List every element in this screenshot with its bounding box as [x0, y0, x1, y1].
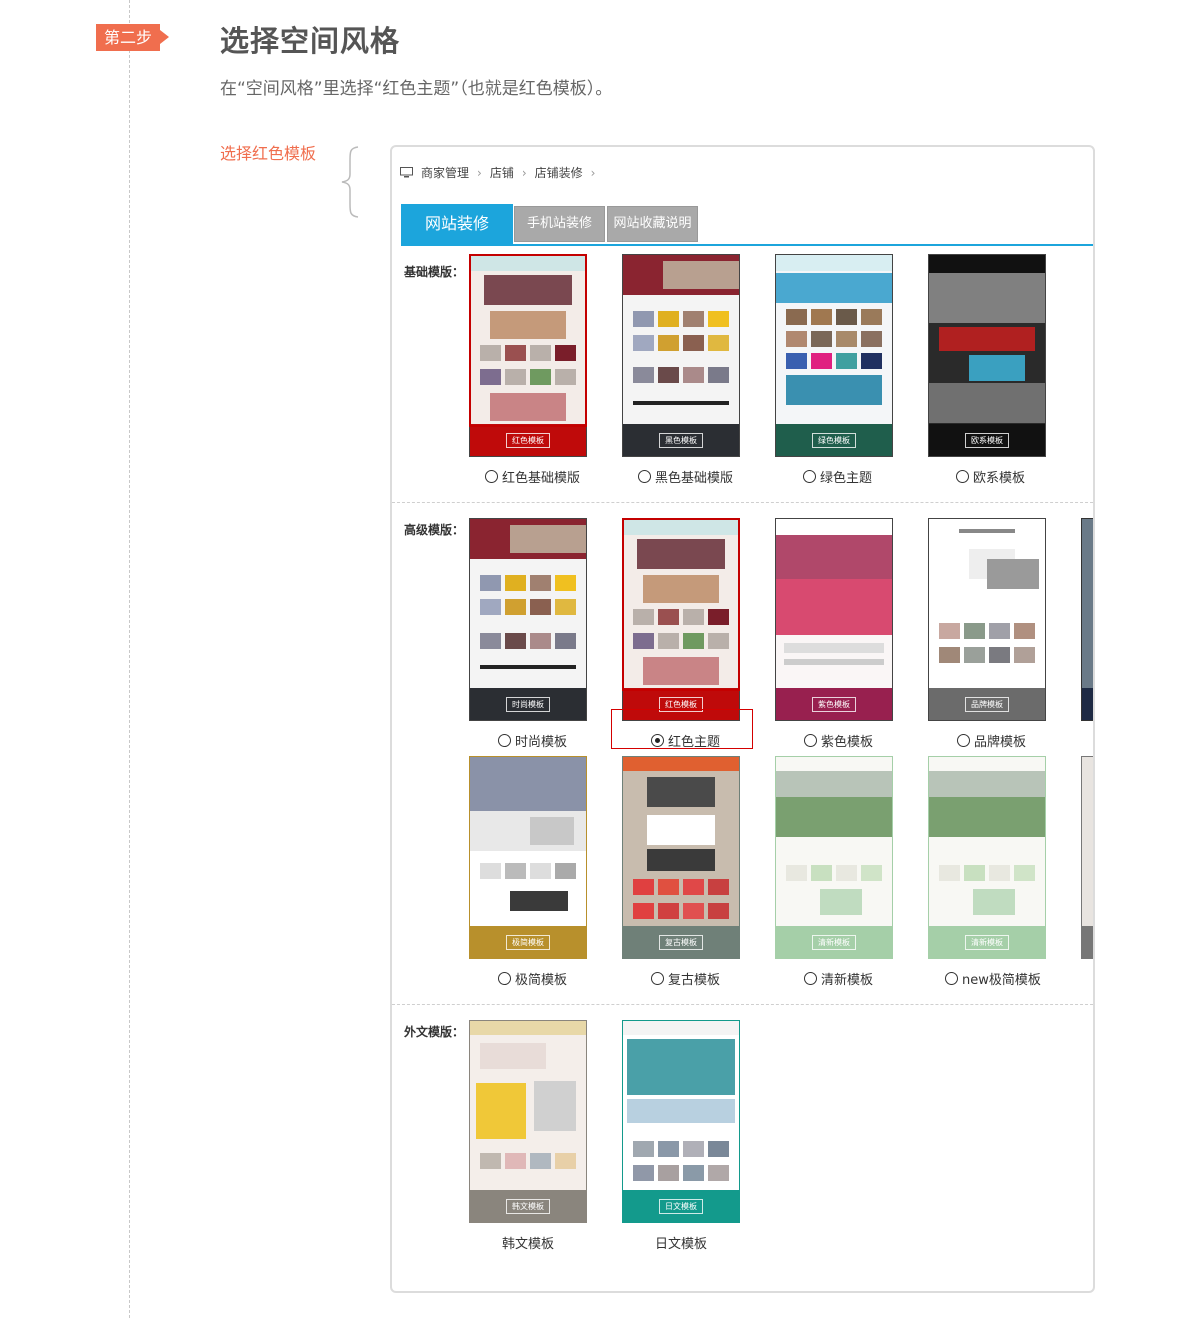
template-thumbnail-cutoff[interactable]	[1081, 518, 1093, 721]
breadcrumb-separator: ›	[590, 165, 596, 180]
template-thumbnail-brand[interactable]: 品牌模板	[928, 518, 1046, 721]
template-button: 红色模板	[506, 433, 550, 448]
template-caption: 紫色模板	[821, 735, 874, 750]
template-caption: new极简模板	[962, 973, 1041, 988]
template-option-green-theme[interactable]: 绿色主题	[803, 467, 872, 486]
template-caption-korean: 韩文模板	[501, 1237, 554, 1252]
template-option-black-basic[interactable]: 黑色基础模版	[638, 467, 733, 486]
section-divider	[392, 502, 1093, 503]
radio-button[interactable]	[804, 972, 817, 985]
step-title: 选择空间风格	[220, 24, 401, 58]
template-button: 黑色模板	[659, 433, 703, 448]
tab-mobile-decoration[interactable]: 手机站装修	[514, 206, 605, 242]
radio-button[interactable]	[638, 470, 651, 483]
template-thumbnail-green-theme[interactable]: 绿色模板	[775, 254, 893, 457]
radio-button[interactable]	[957, 734, 970, 747]
template-caption: 复古模板	[668, 973, 721, 988]
breadcrumb-separator: ›	[477, 165, 482, 180]
template-thumbnail-retro[interactable]: 复古模板	[622, 756, 740, 959]
template-caption: 红色基础模版	[502, 471, 581, 486]
section-label-basic: 基础模版：	[404, 265, 465, 279]
template-thumbnail-european[interactable]: 欧系模板	[928, 254, 1046, 457]
step-description: 在“空间风格”里选择“红色主题”（也就是红色模板）。	[220, 79, 613, 99]
template-caption: 时尚模板	[515, 735, 568, 750]
template-caption: 绿色主题	[820, 471, 873, 486]
radio-button[interactable]	[945, 972, 958, 985]
template-option-new-minimal[interactable]: new极简模板	[945, 969, 1041, 988]
template-caption: 清新模板	[821, 973, 874, 988]
template-button: 日文模板	[659, 1199, 703, 1214]
template-option-red-theme[interactable]: 红色主题	[651, 731, 720, 750]
breadcrumb-item-merchant[interactable]: 商家管理	[421, 164, 469, 181]
template-thumbnail-black-basic[interactable]: 黑色模板	[622, 254, 740, 457]
template-option-brand[interactable]: 品牌模板	[957, 731, 1026, 750]
template-thumbnail-new-minimal[interactable]: 清新模板	[928, 756, 1046, 959]
timeline-dashed-line	[129, 0, 130, 1318]
radio-button[interactable]	[803, 470, 816, 483]
template-thumbnail-cutoff[interactable]	[1081, 756, 1093, 959]
template-thumbnail-red-basic[interactable]: 红色模板	[469, 254, 587, 457]
breadcrumb-separator: ›	[521, 165, 527, 180]
template-option-retro[interactable]: 复古模板	[651, 969, 720, 988]
template-option-fresh[interactable]: 清新模板	[804, 969, 873, 988]
template-thumbnail-fresh[interactable]: 清新模板	[775, 756, 893, 959]
template-thumbnail-korean[interactable]: 韩文模板	[469, 1020, 587, 1223]
template-thumbnail-fashion[interactable]: 时尚模板	[469, 518, 587, 721]
tab-bar: 网站装修 手机站装修 网站收藏说明	[401, 204, 1093, 246]
template-button: 时尚模板	[506, 697, 550, 712]
template-option-european[interactable]: 欧系模板	[956, 467, 1025, 486]
template-caption: 黑色基础模版	[655, 471, 734, 486]
template-button: 复古模板	[659, 935, 703, 950]
monitor-icon	[400, 167, 413, 178]
template-button: 紫色模板	[812, 697, 856, 712]
template-thumbnail-red-theme[interactable]: 红色模板	[622, 518, 740, 721]
radio-button[interactable]	[498, 972, 511, 985]
step-badge: 第二步	[96, 24, 169, 51]
breadcrumb-item-shop[interactable]: 店铺	[490, 164, 514, 181]
template-button: 绿色模板	[812, 433, 856, 448]
tab-favorites-info[interactable]: 网站收藏说明	[607, 206, 698, 242]
template-button: 品牌模板	[965, 697, 1009, 712]
breadcrumb-item-decoration[interactable]: 店铺装修	[535, 164, 583, 181]
template-button: 韩文模板	[506, 1199, 550, 1214]
breadcrumb: 商家管理 › 店铺 › 店铺装修 ›	[400, 164, 603, 181]
template-button: 清新模板	[965, 935, 1009, 950]
template-option-purple[interactable]: 紫色模板	[804, 731, 873, 750]
radio-button[interactable]	[956, 470, 969, 483]
screenshot-frame: 商家管理 › 店铺 › 店铺装修 › 网站装修 手机站装修 网站收藏说明 基础模…	[390, 145, 1095, 1293]
template-option-minimal[interactable]: 极简模板	[498, 969, 567, 988]
template-option-red-basic[interactable]: 红色基础模版	[485, 467, 580, 486]
curly-brace-icon	[341, 146, 359, 218]
template-caption: 极简模板	[515, 973, 568, 988]
side-annotation-label: 选择红色模板	[220, 144, 317, 163]
template-caption: 欧系模板	[973, 471, 1026, 486]
template-thumbnail-minimal[interactable]: 极简模板	[469, 756, 587, 959]
template-thumbnail-purple[interactable]: 紫色模板	[775, 518, 893, 721]
radio-button[interactable]	[498, 734, 511, 747]
template-button: 清新模板	[812, 935, 856, 950]
tab-website-decoration[interactable]: 网站装修	[401, 204, 513, 244]
template-option-fashion[interactable]: 时尚模板	[498, 731, 567, 750]
template-caption: 品牌模板	[974, 735, 1027, 750]
section-label-foreign: 外文模版：	[404, 1025, 465, 1039]
section-label-advanced: 高级模版：	[404, 523, 465, 537]
section-divider	[392, 1004, 1093, 1005]
template-caption: 红色主题	[668, 735, 721, 750]
radio-button[interactable]	[651, 972, 664, 985]
template-button: 极简模板	[506, 935, 550, 950]
radio-button[interactable]	[485, 470, 498, 483]
template-caption-japanese: 日文模板	[654, 1237, 707, 1252]
template-thumbnail-japanese[interactable]: 日文模板	[622, 1020, 740, 1223]
radio-button-selected[interactable]	[651, 734, 664, 747]
radio-button[interactable]	[804, 734, 817, 747]
template-button: 欧系模板	[965, 433, 1009, 448]
